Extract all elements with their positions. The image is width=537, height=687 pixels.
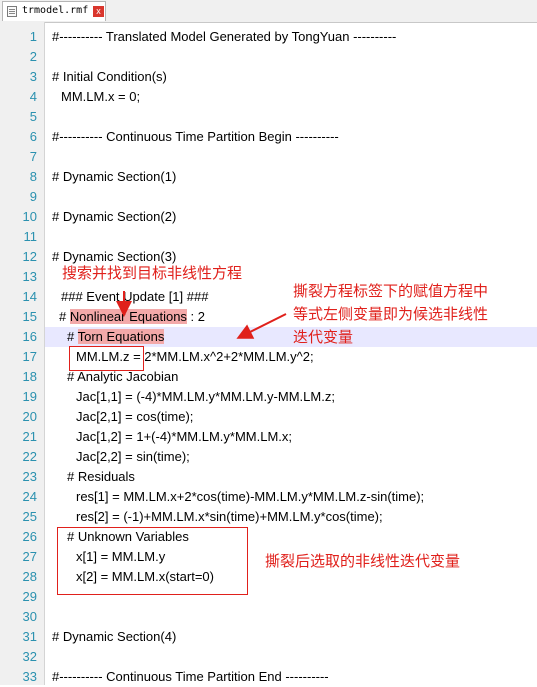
line-number: 9 xyxy=(29,189,37,204)
line-number: 14 xyxy=(22,289,37,304)
line-number: 25 xyxy=(22,509,37,524)
file-icon xyxy=(7,6,17,17)
tab-bar: trmodel.rmf x xyxy=(0,0,537,23)
line-number: 16 xyxy=(22,329,37,344)
code-text: res[1] = MM.LM.x+2*cos(time)-MM.LM.y*MM.… xyxy=(76,489,425,504)
code-line-1: #---------- Translated Model Generated b… xyxy=(45,27,537,47)
code-text: # Residuals xyxy=(67,469,135,484)
code-text-prefix: # xyxy=(67,329,78,344)
line-number: 18 xyxy=(22,369,37,384)
code-line-33: #---------- Continuous Time Partition En… xyxy=(45,667,537,687)
code-text: # Nonlinear Equations : 2 xyxy=(59,307,205,327)
code-line-21: Jac[1,2] = 1+(-4)*MM.LM.y*MM.LM.x; xyxy=(45,427,537,447)
code-line-31: # Dynamic Section(4) xyxy=(45,627,537,647)
line-number: 20 xyxy=(22,409,37,424)
line-number: 21 xyxy=(22,429,37,444)
line-number: 23 xyxy=(22,469,37,484)
annotation-torn-line-1: 撕裂方程标签下的赋值方程中 xyxy=(293,283,489,300)
line-number: 17 xyxy=(22,349,37,364)
line-number: 31 xyxy=(22,629,37,644)
line-number: 27 xyxy=(22,549,37,564)
line-number: 29 xyxy=(22,589,37,604)
code-text: Jac[1,1] = (-4)*MM.LM.y*MM.LM.y-MM.LM.z; xyxy=(76,389,335,404)
code-line-20: Jac[2,1] = cos(time); xyxy=(45,407,537,427)
close-icon[interactable]: x xyxy=(93,6,104,17)
code-text: # Dynamic Section(1) xyxy=(52,169,177,184)
code-text: res[2] = (-1)+MM.LM.x*sin(time)+MM.LM.y*… xyxy=(76,509,383,524)
line-number: 19 xyxy=(22,389,37,404)
line-number: 15 xyxy=(22,309,37,324)
code-text: # Initial Condition(s) xyxy=(52,69,167,84)
code-text: MM.LM.x = 0; xyxy=(61,89,141,104)
line-number: 3 xyxy=(29,69,37,84)
unknown-variables-highlight-box xyxy=(57,527,248,595)
line-number: 22 xyxy=(22,449,37,464)
line-number: 8 xyxy=(29,169,37,184)
code-line-10: # Dynamic Section(2) xyxy=(45,207,537,227)
code-text: #---------- Continuous Time Partition En… xyxy=(52,669,329,684)
code-text-prefix: # xyxy=(59,309,70,324)
line-number: 30 xyxy=(22,609,37,624)
line-number: 11 xyxy=(23,229,38,244)
annotation-search: 搜索并找到目标非线性方程 xyxy=(62,265,243,282)
code-text: Jac[1,2] = 1+(-4)*MM.LM.y*MM.LM.x; xyxy=(76,429,292,444)
line-number: 5 xyxy=(29,109,37,124)
code-line-8: # Dynamic Section(1) xyxy=(45,167,537,187)
line-number: 26 xyxy=(22,529,37,544)
line-number: 12 xyxy=(22,249,37,264)
line-number: 10 xyxy=(22,209,37,224)
line-number: 4 xyxy=(29,89,37,104)
line-number: 6 xyxy=(29,129,37,144)
code-text: # Dynamic Section(2) xyxy=(52,209,177,224)
code-text: #---------- Continuous Time Partition Be… xyxy=(52,129,339,144)
file-tab-label: trmodel.rmf xyxy=(22,5,89,16)
line-number: 33 xyxy=(22,669,37,684)
search-match-highlight: Nonlinear Equations xyxy=(69,309,187,324)
code-line-19: Jac[1,1] = (-4)*MM.LM.y*MM.LM.y-MM.LM.z; xyxy=(45,387,537,407)
code-text: ### Event Update [1] ### xyxy=(61,289,209,304)
code-text: Jac[2,2] = sin(time); xyxy=(76,449,190,464)
code-text: # Dynamic Section(4) xyxy=(52,629,177,644)
code-text-suffix: : 2 xyxy=(186,309,205,324)
torn-variable-highlight-box xyxy=(69,346,144,371)
code-line-25: res[2] = (-1)+MM.LM.x*sin(time)+MM.LM.y*… xyxy=(45,507,537,527)
code-text: #---------- Translated Model Generated b… xyxy=(52,29,397,44)
code-text-rest: = 2*MM.LM.x^2+2*MM.LM.y^2; xyxy=(129,349,314,364)
code-line-22: Jac[2,2] = sin(time); xyxy=(45,447,537,467)
line-number: 28 xyxy=(22,569,37,584)
torn-equations-highlight: Torn Equations xyxy=(77,329,165,344)
line-number: 32 xyxy=(22,649,37,664)
code-line-23: # Residuals xyxy=(45,467,537,487)
line-number: 13 xyxy=(22,269,37,284)
annotation-torn-line-2: 等式左侧变量即为候选非线性 xyxy=(293,306,489,323)
annotation-selected: 撕裂后选取的非线性迭代变量 xyxy=(265,553,461,570)
file-tab[interactable]: trmodel.rmf x xyxy=(2,1,106,21)
line-number: 7 xyxy=(29,149,37,164)
code-text: Jac[2,1] = cos(time); xyxy=(76,409,194,424)
annotation-torn-line-3: 迭代变量 xyxy=(293,329,354,346)
code-line-16: # Torn Equations xyxy=(45,327,537,347)
line-number: 2 xyxy=(29,49,37,64)
code-line-4: MM.LM.x = 0; xyxy=(45,87,537,107)
line-number: 24 xyxy=(22,489,37,504)
code-line-3: # Initial Condition(s) xyxy=(45,67,537,87)
code-text: # Torn Equations xyxy=(67,327,165,347)
line-number: 1 xyxy=(29,29,37,44)
code-line-24: res[1] = MM.LM.x+2*cos(time)-MM.LM.y*MM.… xyxy=(45,487,537,507)
code-line-6: #---------- Continuous Time Partition Be… xyxy=(45,127,537,147)
